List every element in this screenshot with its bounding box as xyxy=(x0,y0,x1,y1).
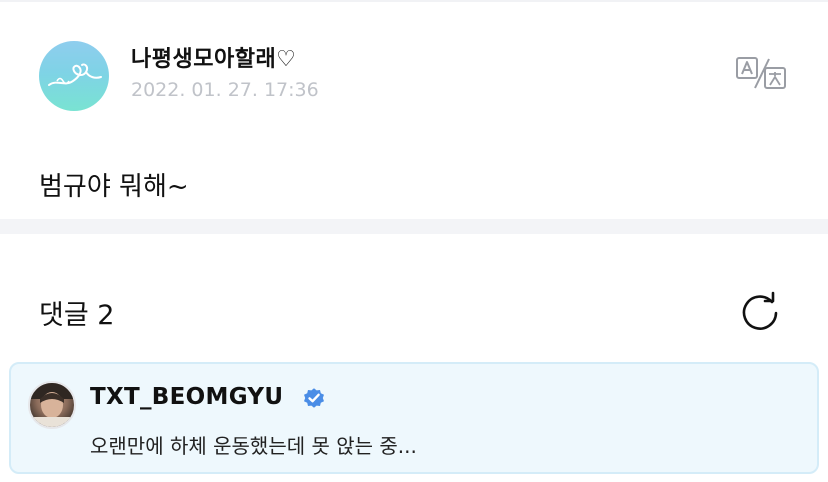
translate-icon xyxy=(736,57,786,89)
comment-author-name[interactable]: TXT_BEOMGYU xyxy=(90,384,283,410)
post-author-avatar[interactable] xyxy=(39,41,109,111)
post-body-text: 범규야 뭐해~ xyxy=(39,172,189,202)
verified-badge-icon xyxy=(304,388,324,408)
top-divider xyxy=(0,0,828,2)
post-timestamp: 2022. 01. 27. 17:36 xyxy=(131,79,319,101)
section-divider xyxy=(0,219,828,234)
profile-photo-icon xyxy=(30,383,74,427)
post-author-name[interactable]: 나평생모아할래♡ xyxy=(131,41,296,73)
heart-doodle-icon xyxy=(48,63,102,86)
comment-card[interactable]: TXT_BEOMGYU 오랜만에 하체 운동했는데 못 앉는 중... xyxy=(9,362,819,474)
comment-text: 오랜만에 하체 운동했는데 못 앉는 중... xyxy=(90,434,417,458)
translate-button[interactable] xyxy=(735,55,787,91)
refresh-comments-button[interactable] xyxy=(739,290,781,332)
comment-author-avatar[interactable] xyxy=(28,381,76,429)
refresh-icon xyxy=(742,291,778,330)
comments-count-title: 댓글 2 xyxy=(39,300,115,331)
